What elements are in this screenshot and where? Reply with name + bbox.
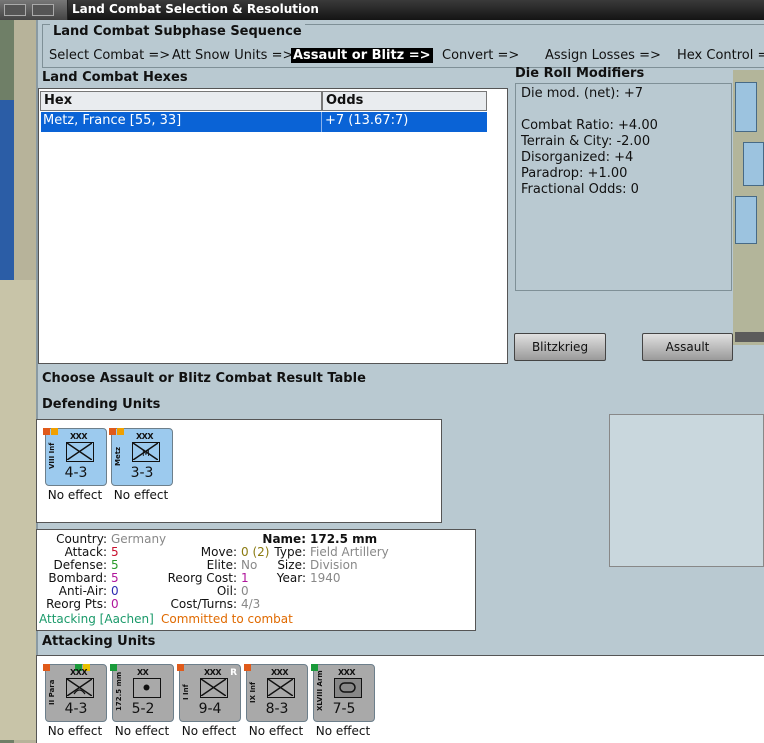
reserve-flag: R — [230, 668, 237, 678]
attacking-unit-counter[interactable]: XXX I Inf R 9-4 — [177, 664, 241, 722]
attack-value: 5 — [111, 545, 119, 559]
bombard-label: Bombard: — [48, 571, 107, 585]
reorg-cost-label: Reorg Cost: — [167, 571, 237, 585]
artillery-icon — [133, 678, 161, 698]
infantry-icon — [200, 678, 228, 698]
attacking-status: Attacking [Aachen] — [39, 612, 154, 626]
step-hex-control[interactable]: Hex Control => — [677, 48, 764, 63]
window-controls[interactable] — [0, 0, 68, 20]
defense-label: Defense: — [53, 558, 107, 572]
armor-icon — [334, 678, 362, 698]
modifier-combat-ratio: Combat Ratio: +4.00 — [521, 118, 658, 133]
country-value: Germany — [111, 532, 167, 546]
title-bar: Land Combat Selection & Resolution — [0, 0, 764, 20]
map-unit-counter[interactable] — [743, 142, 764, 186]
minimize-icon[interactable] — [32, 4, 54, 16]
modifiers-title: Die Roll Modifiers — [515, 66, 645, 81]
map-background-right — [733, 70, 764, 345]
garrison-icon: M — [132, 442, 160, 462]
defense-value: 5 — [111, 558, 119, 572]
step-select-combat[interactable]: Select Combat => — [49, 48, 170, 63]
attacking-unit-counter[interactable]: XXX XLVIII Arm 7-5 — [311, 664, 375, 722]
type-value: Field Artillery — [310, 545, 389, 559]
map-background-left — [0, 0, 36, 743]
infantry-icon — [66, 442, 94, 462]
hexes-title: Land Combat Hexes — [42, 70, 188, 85]
subphase-title: Land Combat Subphase Sequence — [50, 24, 305, 39]
paratrooper-icon — [66, 678, 94, 698]
infantry-icon — [267, 678, 295, 698]
antiair-label: Anti-Air: — [58, 584, 107, 598]
step-assault-or-blitz[interactable]: Assault or Blitz => — [291, 48, 433, 63]
size-value: Division — [310, 558, 358, 572]
odds-cell: +7 (13.67:7) — [325, 113, 409, 128]
defending-unit-counter[interactable]: XXX VIII Inf 4-3 — [43, 428, 107, 486]
reorg-pts-label: Reorg Pts: — [46, 597, 107, 611]
attacking-title: Attacking Units — [42, 634, 156, 649]
step-assign-losses[interactable]: Assign Losses => — [545, 48, 661, 63]
combat-display-area — [609, 414, 764, 567]
attacking-unit-result: No effect — [315, 724, 371, 738]
year-value: 1940 — [310, 571, 341, 585]
antiair-value: 0 — [111, 584, 119, 598]
bombard-value: 5 — [111, 571, 119, 585]
attacking-unit-counter[interactable]: XXX II Para 4-3 — [43, 664, 107, 722]
blitzkrieg-button[interactable]: Blitzkrieg — [514, 333, 606, 361]
defending-title: Defending Units — [42, 397, 161, 412]
cost-turns-label: Cost/Turns: — [170, 597, 237, 611]
size-label: Size: — [277, 558, 306, 572]
map-unit-counter[interactable] — [735, 196, 757, 244]
elite-label: Elite: — [206, 558, 237, 572]
modifier-fractional-odds: Fractional Odds: 0 — [521, 182, 639, 197]
column-header-hex[interactable]: Hex — [40, 91, 322, 111]
scrollbar[interactable] — [735, 332, 764, 342]
type-label: Type: — [274, 545, 306, 559]
modifier-paradrop: Paradrop: +1.00 — [521, 166, 628, 181]
hex-cell: Metz, France [55, 33] — [43, 113, 182, 128]
step-convert[interactable]: Convert => — [442, 48, 519, 63]
window-title: Land Combat Selection & Resolution — [72, 2, 319, 16]
name-value: 172.5 mm — [310, 532, 378, 546]
assault-button[interactable]: Assault — [642, 333, 733, 361]
net-modifier: Die mod. (net): +7 — [521, 86, 644, 101]
move-label: Move: — [200, 545, 237, 559]
step-att-snow-units[interactable]: Att Snow Units => — [172, 48, 293, 63]
name-label: Name: — [262, 532, 306, 546]
modifier-terrain-city: Terrain & City: -2.00 — [521, 134, 651, 149]
reorg-cost-value: 1 — [241, 571, 249, 585]
modifier-disorganized: Disorganized: +4 — [521, 150, 634, 165]
cost-turns-value: 4/3 — [241, 597, 261, 611]
svg-text:M: M — [142, 449, 150, 459]
defending-unit-result: No effect — [113, 488, 169, 502]
prompt-text: Choose Assault or Blitz Combat Result Ta… — [42, 371, 366, 386]
attacking-unit-counter[interactable]: XX 172.5 mm 5-2 — [110, 664, 174, 722]
oil-label: Oil: — [216, 584, 237, 598]
country-label: Country: — [56, 532, 107, 546]
table-row[interactable]: Metz, France [55, 33] +7 (13.67:7) — [41, 112, 487, 132]
reorg-pts-value: 0 — [111, 597, 119, 611]
defending-unit-counter[interactable]: XXX Metz M 3-3 — [109, 428, 173, 486]
oil-value: 0 — [241, 584, 249, 598]
column-header-odds[interactable]: Odds — [322, 91, 487, 111]
attack-label: Attack: — [64, 545, 107, 559]
committed-status: Committed to combat — [161, 612, 293, 626]
hexes-table: Hex Odds Metz, France [55, 33] +7 (13.67… — [38, 88, 508, 364]
year-label: Year: — [276, 571, 306, 585]
map-unit-counter[interactable] — [735, 82, 757, 132]
restore-icon[interactable] — [4, 4, 26, 16]
attacking-unit-counter[interactable]: XXX IX Inf 8-3 — [244, 664, 308, 722]
